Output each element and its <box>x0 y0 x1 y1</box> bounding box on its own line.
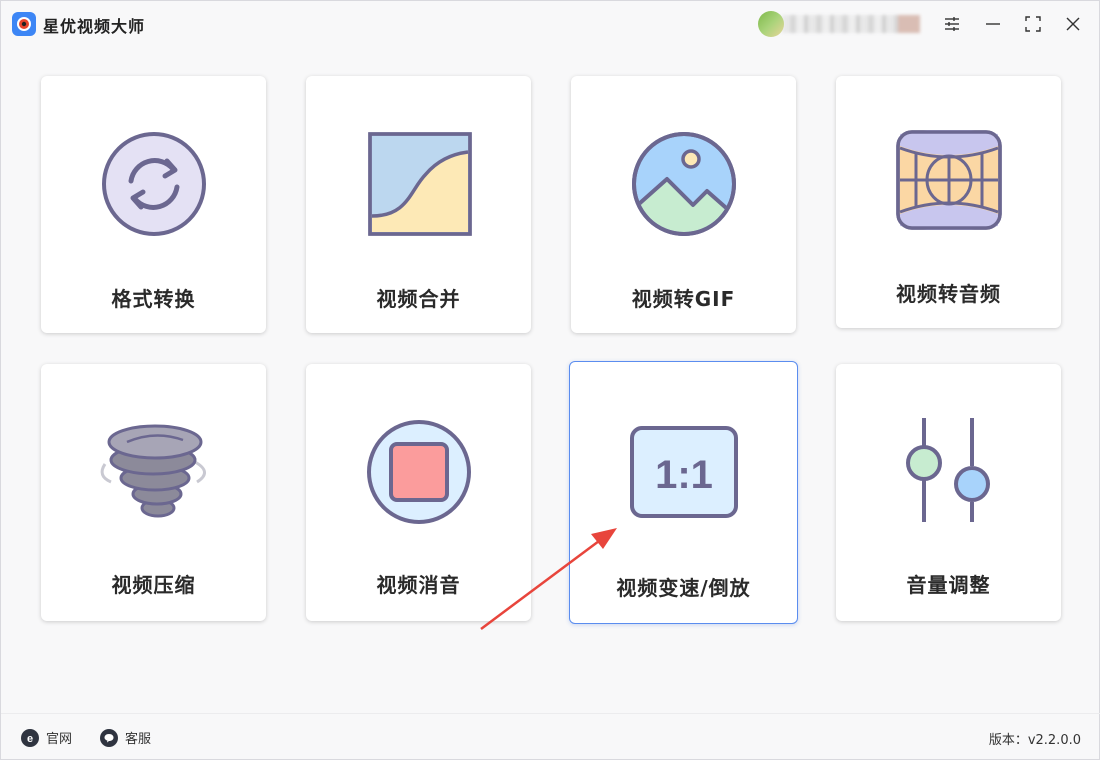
ratio-text: 1:1 <box>655 453 713 497</box>
support-label: 客服 <box>125 732 152 747</box>
tile-label: 音量调整 <box>906 573 991 597</box>
audio-globe-icon <box>896 130 1002 230</box>
merge-icon <box>368 132 472 236</box>
minimize-button[interactable] <box>980 11 1006 37</box>
settings-button[interactable] <box>939 11 965 37</box>
image-icon <box>632 132 736 236</box>
tile-label: 视频变速/倒放 <box>616 576 751 600</box>
close-button[interactable] <box>1060 11 1086 37</box>
maximize-icon <box>1025 16 1041 32</box>
title-bar: 星优视频大师 <box>1 1 1100 47</box>
tile-label: 视频转GIF <box>631 287 736 311</box>
maximize-button[interactable] <box>1020 11 1046 37</box>
tile-label: 视频转音频 <box>896 282 1001 306</box>
username-blurred <box>782 15 920 33</box>
tile-video-to-gif[interactable]: 视频转GIF <box>571 76 796 333</box>
app-window: 星优视频大师 格式转换 视频合并 视频转GIF 视频转音频 视频压缩 视频消音 … <box>0 0 1100 760</box>
refresh-icon <box>102 132 206 236</box>
tile-label: 格式转换 <box>111 287 196 311</box>
tornado-icon <box>100 424 206 518</box>
tile-label: 视频消音 <box>376 573 461 597</box>
close-icon <box>1066 17 1080 31</box>
tile-label: 视频合并 <box>376 287 461 311</box>
browser-e-icon: e <box>21 728 39 747</box>
settings-sliders-icon <box>945 17 959 31</box>
chat-bubble-icon <box>100 728 118 747</box>
app-title: 星优视频大师 <box>43 17 146 36</box>
user-account[interactable] <box>758 11 920 37</box>
tile-video-compress[interactable]: 视频压缩 <box>41 364 266 621</box>
support-link[interactable]: 客服 <box>100 728 151 747</box>
website-link[interactable]: e 官网 <box>21 728 72 747</box>
tile-video-mute[interactable]: 视频消音 <box>306 364 531 621</box>
version-text: 版本：v2.2.0.0 <box>988 733 1081 748</box>
minimize-icon <box>986 23 1000 25</box>
tile-video-speed-reverse[interactable]: 1:1 视频变速/倒放 <box>569 361 798 624</box>
svg-text:e: e <box>27 733 33 744</box>
avatar <box>758 11 784 37</box>
app-logo-icon <box>12 12 36 36</box>
tile-label: 视频压缩 <box>111 573 196 597</box>
footer-bar: e 官网 客服 版本：v2.2.0.0 <box>1 713 1100 760</box>
website-label: 官网 <box>46 732 73 747</box>
stop-icon <box>367 420 471 524</box>
tile-format-convert[interactable]: 格式转换 <box>41 76 266 333</box>
sliders-icon <box>906 418 990 522</box>
tile-video-to-audio[interactable]: 视频转音频 <box>836 76 1061 328</box>
tile-video-merge[interactable]: 视频合并 <box>306 76 531 333</box>
tile-volume-adjust[interactable]: 音量调整 <box>836 364 1061 621</box>
ratio-icon: 1:1 <box>630 426 738 518</box>
